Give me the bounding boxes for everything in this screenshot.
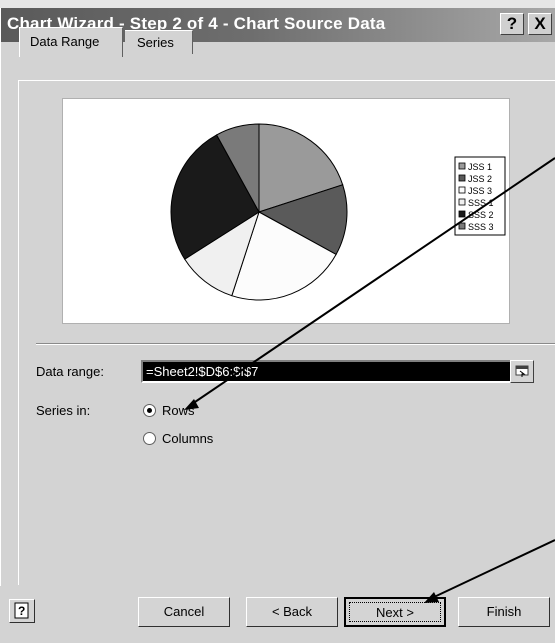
legend-swatch [458,186,466,194]
legend-label: JSS 1 [468,162,492,172]
question-mark-icon: ? [506,14,518,33]
series-in-label: Series in: [36,403,91,418]
cancel-button[interactable]: Cancel [138,597,230,627]
tab-data-range[interactable]: Data Range [19,27,123,57]
divider [36,343,555,345]
rows-radio[interactable] [143,404,156,417]
legend-swatch [458,174,466,182]
legend-swatch [458,198,466,206]
data-range-label: Data range: [36,364,104,379]
columns-radio[interactable] [143,432,156,445]
help-button[interactable]: ? [9,599,35,623]
pie-chart: JSS 1 JSS 2 JSS 3 SSS 1 SSS 2 SSS 3 [170,123,506,301]
svg-text:?: ? [18,604,25,618]
help-title-button[interactable]: ? [500,13,524,35]
help-icon: ? [14,602,29,619]
legend-label: JSS 3 [468,186,492,196]
radio-selected-dot [147,408,152,413]
legend-swatch [458,210,466,218]
next-button[interactable]: Next > [344,597,446,627]
columns-option-label[interactable]: Columns [162,431,213,446]
legend-label: SSS 3 [468,222,494,232]
legend-label: SSS 2 [468,210,494,220]
legend-swatch [458,162,466,170]
data-range-input[interactable]: =Sheet2!$D$6:$I$7 [141,360,534,383]
collapse-dialog-icon [515,365,529,377]
collapse-dialog-button[interactable] [510,360,534,383]
rows-option-label[interactable]: Rows [162,403,195,418]
finish-button[interactable]: Finish [458,597,550,627]
chart-preview: JSS 1 JSS 2 JSS 3 SSS 1 SSS 2 SSS 3 [62,98,510,324]
data-range-value: =Sheet2!$D$6:$I$7 [146,364,259,379]
legend-label: JSS 2 [468,174,492,184]
close-icon: X [534,14,546,33]
close-button[interactable]: X [528,13,552,35]
legend-swatch [458,222,466,230]
tab-series[interactable]: Series [125,30,193,54]
background-strip [0,0,555,8]
legend-label: SSS 1 [468,198,494,208]
back-button[interactable]: < Back [246,597,338,627]
